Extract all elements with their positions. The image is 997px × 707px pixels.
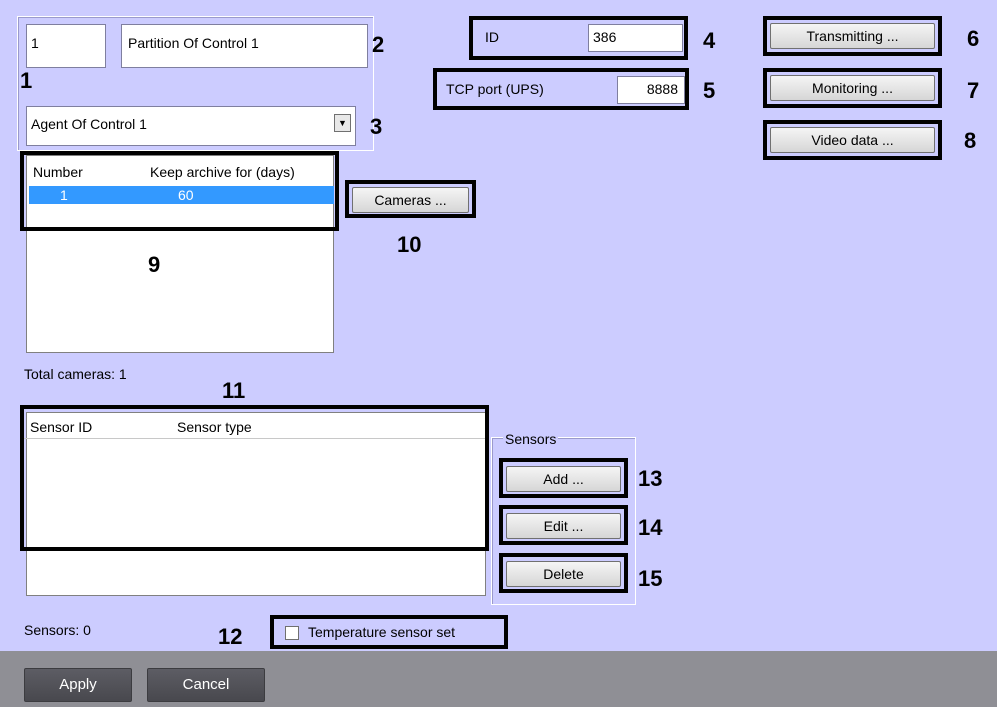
sensors-col-type: Sensor type [177, 419, 252, 435]
id-label: ID [485, 29, 499, 45]
callout-6: 6 [967, 26, 980, 51]
callout-13: 13 [638, 466, 663, 491]
bottom-action-bar: Apply Cancel [0, 651, 997, 707]
total-cameras-text: Total cameras: 1 [24, 366, 127, 382]
callout-2: 2 [372, 32, 385, 57]
archive-col-number: Number [33, 164, 83, 180]
agent-select[interactable]: Agent Of Control 1 ▼ [26, 106, 356, 146]
callout-12: 12 [218, 624, 243, 649]
tcp-field-group: TCP port (UPS) 8888 [433, 68, 689, 110]
delete-button-frame: Delete [499, 553, 628, 593]
id-field-group: ID 386 [469, 16, 688, 60]
id-input[interactable]: 386 [588, 24, 683, 52]
edit-button-frame: Edit ... [499, 505, 628, 545]
callout-9: 9 [148, 252, 161, 277]
sensors-group-label: Sensors [503, 431, 559, 447]
archive-row-days: 60 [178, 187, 194, 203]
callout-14: 14 [638, 515, 663, 540]
archive-row-number: 1 [60, 187, 68, 203]
callout-11: 11 [222, 378, 246, 403]
transmitting-button[interactable]: Transmitting ... [770, 23, 935, 49]
video-data-button[interactable]: Video data ... [770, 127, 935, 153]
cameras-button-frame: Cameras ... [345, 180, 476, 218]
partition-name-value: Partition Of Control 1 [128, 35, 259, 51]
callout-5: 5 [703, 78, 716, 103]
archive-list-highlight: Number Keep archive for (days) 1 60 [20, 151, 339, 231]
apply-button[interactable]: Apply [24, 668, 132, 702]
agent-select-value: Agent Of Control 1 [31, 116, 147, 132]
checkbox-icon[interactable] [285, 626, 299, 640]
tcp-input[interactable]: 8888 [617, 76, 685, 104]
partition-name-field[interactable]: Partition Of Control 1 [121, 24, 368, 68]
callout-3: 3 [370, 114, 383, 139]
callout-15: 15 [638, 566, 663, 591]
tcp-label: TCP port (UPS) [446, 81, 544, 97]
edit-button[interactable]: Edit ... [506, 513, 621, 539]
sensors-count-text: Sensors: 0 [24, 622, 91, 638]
transmitting-button-frame: Transmitting ... [763, 16, 942, 56]
dropdown-arrow-icon[interactable]: ▼ [334, 114, 351, 132]
table-row[interactable]: 1 60 [29, 186, 334, 204]
temperature-checkbox-label[interactable]: Temperature sensor set [308, 624, 455, 640]
sensors-col-id: Sensor ID [30, 419, 93, 435]
video-data-button-frame: Video data ... [763, 120, 942, 160]
tcp-value: 8888 [646, 81, 678, 97]
sensors-list-highlight: Sensor ID Sensor type [20, 405, 489, 551]
id-value: 386 [593, 29, 617, 45]
archive-col-days: Keep archive for (days) [150, 164, 295, 180]
partition-number-field[interactable]: 1 [26, 24, 106, 68]
callout-8: 8 [964, 128, 977, 153]
cancel-button[interactable]: Cancel [147, 668, 265, 702]
cameras-button[interactable]: Cameras ... [352, 187, 469, 213]
monitoring-button-frame: Monitoring ... [763, 68, 942, 108]
add-button-frame: Add ... [499, 458, 628, 498]
callout-10: 10 [397, 232, 422, 257]
callout-1: 1 [20, 68, 33, 93]
callout-4: 4 [703, 28, 716, 53]
add-button[interactable]: Add ... [506, 466, 621, 492]
temperature-checkbox-frame: Temperature sensor set [270, 615, 508, 649]
callout-7: 7 [967, 78, 980, 103]
sensors-header-divider [24, 438, 485, 439]
delete-button[interactable]: Delete [506, 561, 621, 587]
partition-number-value: 1 [31, 35, 39, 51]
monitoring-button[interactable]: Monitoring ... [770, 75, 935, 101]
